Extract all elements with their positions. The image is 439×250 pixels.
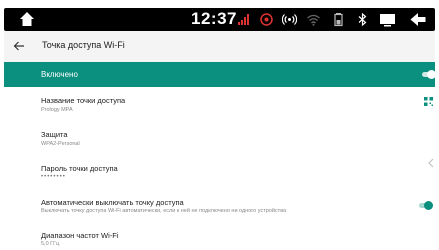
setting-title: Автоматически выключать точку доступа: [41, 198, 184, 207]
setting-subtitle: 5,0 ГГц: [41, 241, 60, 247]
clock: 12:37: [191, 9, 237, 28]
master-toggle-label: Включено: [41, 70, 78, 79]
master-toggle-row[interactable]: Включено: [4, 62, 436, 87]
screen-icon: [380, 14, 395, 27]
password-dots: ••••••••: [41, 174, 66, 180]
app-bar: Точка доступа Wi-Fi: [4, 31, 435, 62]
auto-off-switch[interactable]: [419, 201, 433, 210]
hotspot-icon: [282, 14, 297, 25]
bluetooth-icon: [358, 12, 367, 27]
setting-security[interactable]: Защита WPA2-Personal: [4, 124, 435, 154]
master-toggle-switch[interactable]: [422, 70, 436, 79]
switch-knob: [427, 70, 436, 79]
setting-hotspot-name[interactable]: Название точки доступа Prology MPA: [4, 90, 435, 120]
setting-title: Пароль точки доступа: [41, 164, 118, 173]
setting-title: Диапазон частот Wi-Fi: [41, 231, 119, 240]
setting-title: Защита: [41, 130, 68, 139]
arrow-left-icon[interactable]: [13, 40, 25, 52]
battery-icon: [334, 13, 343, 27]
wifi-icon: [307, 14, 320, 26]
setting-subtitle: Prology MPA: [41, 107, 73, 113]
home-icon[interactable]: [18, 10, 36, 28]
location-icon: [260, 13, 273, 26]
setting-subtitle: WPA2-Personal: [41, 141, 80, 147]
switch-knob: [424, 201, 433, 210]
qr-code-icon[interactable]: [424, 97, 433, 106]
page-title: Точка доступа Wi-Fi: [42, 40, 125, 50]
setting-subtitle: Выключать точку доступа Wi-Fi автоматиче…: [41, 208, 287, 214]
setting-frequency-band[interactable]: Диапазон частот Wi-Fi 5,0 ГГц: [4, 226, 435, 250]
status-bar: 12:37: [4, 8, 435, 31]
signal-icon: [238, 14, 249, 25]
setting-auto-off[interactable]: Автоматически выключать точку доступа Вы…: [4, 192, 435, 222]
setting-password[interactable]: Пароль точки доступа ••••••••: [4, 158, 435, 188]
back-icon[interactable]: [409, 11, 427, 28]
setting-title: Название точки доступа: [41, 96, 126, 105]
